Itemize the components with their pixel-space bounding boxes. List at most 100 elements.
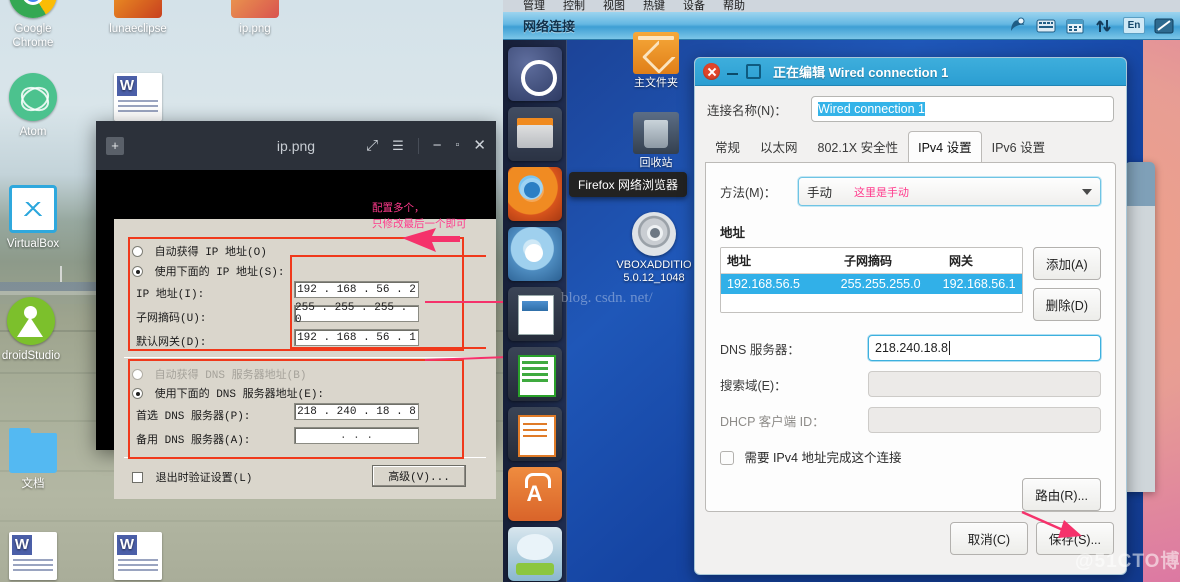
search-domains-input[interactable] <box>868 371 1101 397</box>
libreoffice-calc-icon[interactable] <box>507 347 562 401</box>
menu-manage[interactable]: 管理 <box>523 0 545 12</box>
close-button[interactable]: ✕ <box>473 138 486 153</box>
auto-dns-radio[interactable] <box>132 369 143 380</box>
desktop-icon-doc-3[interactable] <box>95 532 181 582</box>
desktop-icon-virtualbox[interactable]: VirtualBox <box>0 185 76 251</box>
require-ipv4-checkbox[interactable] <box>720 451 734 465</box>
table-empty-row <box>721 294 1022 312</box>
menu-hotkeys[interactable]: 热键 <box>643 0 665 12</box>
add-button[interactable]: 添加(A) <box>1032 247 1101 280</box>
validate-on-exit-row[interactable]: 退出时验证设置(L) <box>132 469 252 485</box>
input-method-indicator[interactable]: En <box>1123 17 1145 34</box>
routes-button[interactable]: 路由(R)... <box>1022 478 1101 511</box>
dns-servers-input[interactable]: 218.240.18.8 <box>868 335 1101 361</box>
desktop-icon-doc-1[interactable] <box>95 73 181 125</box>
ubuntu-dash-icon[interactable] <box>507 47 562 101</box>
validate-checkbox[interactable] <box>132 472 143 483</box>
dialog-title: 正在编辑 Wired connection 1 <box>773 65 949 80</box>
amazon-icon[interactable] <box>507 527 562 581</box>
edit-connection-dialog: 正在编辑 Wired connection 1 连接名称(N)： Wired c… <box>694 57 1127 575</box>
gateway-input[interactable]: 192 . 168 . 56 . 1 <box>294 329 419 346</box>
guest-icon-trash[interactable]: 回收站 <box>613 112 699 170</box>
add-tab-button[interactable]: + <box>106 136 124 155</box>
address-table[interactable]: 地址 子网摘码 网关 192.168.56.5 255.255.255.0 19… <box>720 247 1023 313</box>
manual-dns-label: 使用下面的 DNS 服务器地址(E): <box>154 389 325 401</box>
guest-icon-label: 主文件夹 <box>634 77 678 89</box>
connection-name-label: 连接名称(N)： <box>707 103 787 118</box>
guest-indicator-area: En <box>1007 17 1180 35</box>
files-icon[interactable] <box>507 107 562 161</box>
guest-top-panel: 网络连接 En <box>503 12 1180 40</box>
tab-ipv4-settings[interactable]: IPv4 设置 <box>908 131 982 163</box>
menu-devices[interactable]: 设备 <box>683 0 705 12</box>
dns-primary-input[interactable]: 218 . 240 . 18 . 8 <box>294 403 419 420</box>
divider <box>124 457 486 458</box>
desktop-icon-label: ip.png <box>239 23 271 35</box>
desktop-icon-label: droidStudio <box>1 350 61 362</box>
libreoffice-draw-icon[interactable] <box>507 287 562 341</box>
col-address: 地址 <box>727 254 752 268</box>
calendar-icon[interactable] <box>1065 17 1085 35</box>
bluetooth-icon[interactable] <box>1007 17 1027 35</box>
table-row[interactable]: 192.168.56.5 255.255.255.0 192.168.56.1 <box>721 274 1022 294</box>
background-window-peek[interactable] <box>1125 162 1155 492</box>
manual-ip-radio-row[interactable]: 使用下面的 IP 地址(S): <box>132 263 284 279</box>
settings-tabs: 常规 以太网 802.1X 安全性 IPv4 设置 IPv6 设置 <box>695 130 1126 163</box>
minimize-button[interactable]: − <box>433 138 442 153</box>
desktop-icon-google-chrome[interactable]: Google Chrome <box>0 0 76 50</box>
desktop-icon-doc-2[interactable] <box>0 532 76 582</box>
tab-ipv6-settings[interactable]: IPv6 设置 <box>982 131 1056 163</box>
manual-dns-radio[interactable] <box>132 388 143 399</box>
dns-alt-input[interactable]: . . . <box>294 427 419 444</box>
guest-icon-vboxadditions[interactable]: VBOXADDITIO 5.0.12_1048 <box>611 212 697 285</box>
menu-view[interactable]: 视图 <box>603 0 625 12</box>
desktop-icon-label: lunaeclipse <box>109 23 167 35</box>
delete-button[interactable]: 删除(D) <box>1032 288 1101 321</box>
minimize-icon[interactable] <box>726 65 740 79</box>
network-updown-icon[interactable] <box>1094 17 1114 35</box>
screen-icon[interactable] <box>1154 17 1174 35</box>
tab-ethernet[interactable]: 以太网 <box>750 131 808 163</box>
tab-general[interactable]: 常规 <box>705 131 750 163</box>
fullscreen-icon[interactable]: ⤢ <box>366 138 378 153</box>
annotation-note-2: 只修改最后一个即可 <box>372 218 467 230</box>
firefox-icon[interactable] <box>507 167 562 221</box>
cancel-button[interactable]: 取消(C) <box>949 522 1028 555</box>
advanced-button[interactable]: 高级(V)... <box>372 465 466 487</box>
maximize-button[interactable]: ▫ <box>456 140 460 151</box>
desktop-icon-androidstudio[interactable]: droidStudio <box>0 297 74 363</box>
desktop-icon-atom[interactable]: Atom <box>0 73 76 139</box>
libreoffice-impress-icon[interactable] <box>507 407 562 461</box>
require-ipv4-row[interactable]: 需要 IPv4 地址完成这个连接 <box>706 433 1115 466</box>
maximize-icon[interactable] <box>746 64 761 79</box>
watermark-51cto: @51CTO博客 <box>1075 551 1180 572</box>
ip-address-input[interactable]: 192 . 168 . 56 . 2 <box>294 281 419 298</box>
connection-name-input[interactable]: Wired connection 1 <box>811 96 1114 122</box>
desktop-icon-documents[interactable]: 文档 <box>0 425 76 491</box>
manual-ip-radio[interactable] <box>132 266 143 277</box>
guest-icon-home-folder[interactable]: 主文件夹 <box>613 32 699 90</box>
tab-8021x-security[interactable]: 802.1X 安全性 <box>808 131 909 163</box>
chromium-icon[interactable] <box>507 227 562 281</box>
menu-control[interactable]: 控制 <box>563 0 585 12</box>
viewer-window-controls: ⤢ ☰ − ▫ ✕ <box>366 137 486 154</box>
android-studio-icon <box>7 297 55 345</box>
auto-ip-radio-row[interactable]: 自动获得 IP 地址(O) <box>132 243 267 259</box>
desktop-icon-ip-png[interactable]: ip.png <box>212 0 298 36</box>
manual-dns-radio-row[interactable]: 使用下面的 DNS 服务器地址(E): <box>132 385 324 401</box>
hamburger-icon[interactable]: ☰ <box>392 139 404 152</box>
gateway-label: 默认网关(D): <box>136 337 207 349</box>
desktop-icon-lunaeclipse[interactable]: lunaeclipse <box>95 0 181 36</box>
subnet-mask-label: 子网摘码(U): <box>136 313 207 325</box>
ubuntu-software-icon[interactable] <box>507 467 562 521</box>
keyboard-icon[interactable] <box>1036 17 1056 35</box>
wallpaper-detail <box>0 520 505 522</box>
guest-icon-label: VBOXADDITIO <box>616 259 692 271</box>
method-combobox[interactable]: 手动 这里是手动 <box>798 177 1101 206</box>
auto-ip-radio[interactable] <box>132 246 143 257</box>
ip-address-label: IP 地址(I): <box>136 289 205 301</box>
close-icon[interactable] <box>703 63 720 80</box>
subnet-mask-input[interactable]: 255 . 255 . 255 . 0 <box>294 302 419 326</box>
menu-help[interactable]: 帮助 <box>723 0 745 12</box>
auto-dns-radio-row[interactable]: 自动获得 DNS 服务器地址(B) <box>132 366 306 382</box>
